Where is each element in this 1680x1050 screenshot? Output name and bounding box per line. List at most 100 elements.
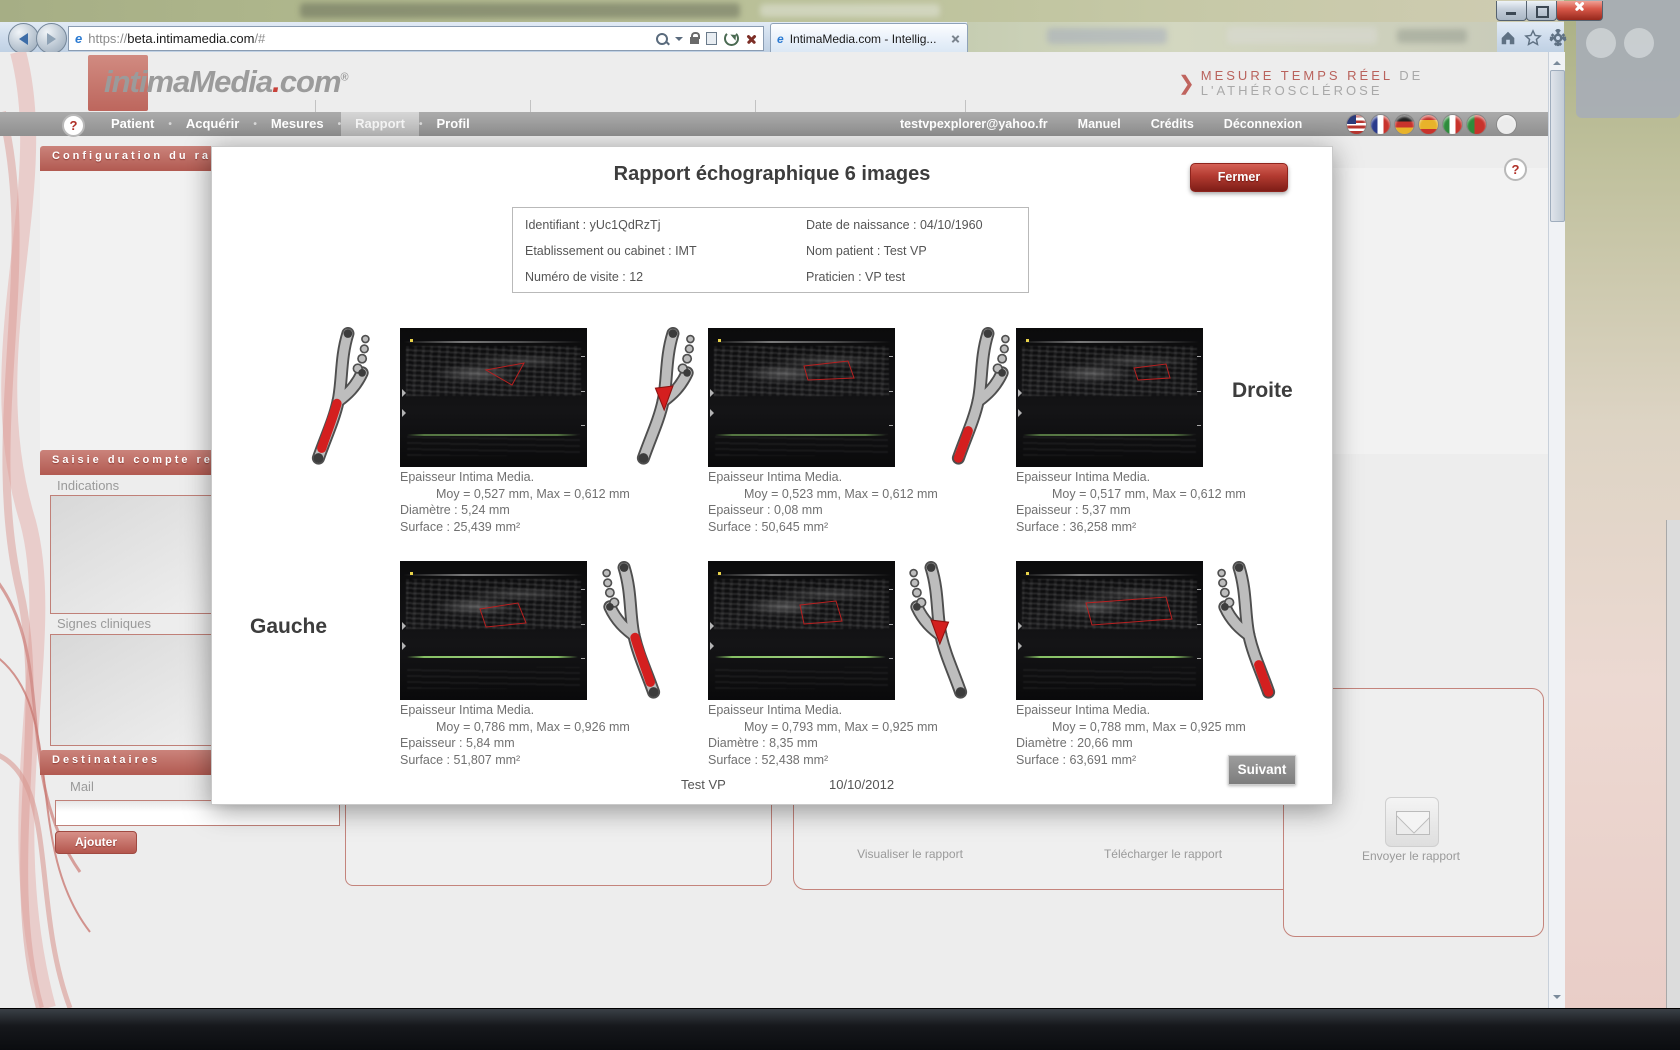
gear-icon [1549, 29, 1567, 47]
maximize-button[interactable] [1526, 1, 1557, 21]
flag-us-icon[interactable] [1346, 114, 1367, 135]
artery-diagram [599, 561, 671, 703]
nav-tick [755, 100, 756, 112]
stop-icon[interactable] [746, 33, 757, 44]
nav-tick [530, 100, 531, 112]
report-modal: Rapport échographique 6 images Fermer Id… [211, 146, 1333, 805]
scroll-down-icon[interactable] [1553, 995, 1561, 1003]
flag-pt-icon[interactable] [1466, 114, 1487, 135]
refresh-icon[interactable] [724, 31, 739, 46]
scroll-thumb[interactable] [1550, 70, 1565, 222]
ultrasound-image[interactable] [1016, 328, 1203, 467]
envelope-icon [1396, 811, 1430, 835]
measurement-block: Epaisseur Intima Media.Moy = 0,527 mm, M… [400, 469, 635, 535]
patient-nom: Nom patient : Test VP [806, 244, 927, 258]
forward-icon [47, 33, 56, 45]
artery-diagram [626, 327, 698, 469]
scrollbar[interactable] [1548, 52, 1565, 1008]
address-bar[interactable]: e https://beta.intimamedia.com/# [68, 26, 764, 51]
imt-trace [708, 561, 895, 700]
scroll-up-icon[interactable] [1553, 57, 1561, 65]
url-host: beta.intimamedia.com [127, 31, 254, 46]
minimize-button[interactable] [1496, 1, 1527, 21]
site-logo: intimaMedia.com® [104, 64, 348, 100]
blurred-window-title [300, 3, 740, 18]
footer-patient-name: Test VP [681, 777, 726, 792]
help-icon[interactable]: ? [62, 114, 85, 137]
telecharger-link[interactable]: Télécharger le rapport [1078, 847, 1248, 861]
envelope-button[interactable] [1385, 797, 1439, 847]
imt-trace [400, 328, 587, 467]
browser-titlebar [0, 0, 1564, 22]
ultrasound-image[interactable] [400, 328, 587, 467]
back-button[interactable] [8, 23, 39, 54]
background-window-edge [1666, 520, 1680, 1008]
chevron-icon: ❯ [1178, 71, 1195, 96]
lock-icon [690, 37, 699, 44]
nav-item-profil[interactable]: Profil [422, 112, 483, 136]
site-tagline: ❯ MESURE TEMPS RÉEL DE L'ATHÉROSCLÉROSE [1178, 68, 1548, 98]
link-deconnexion[interactable]: Déconnexion [1224, 117, 1303, 131]
window-controls [1497, 1, 1603, 20]
screen: e https://beta.intimamedia.com/# e Intim… [0, 0, 1680, 1050]
ultrasound-image[interactable] [708, 561, 895, 700]
patient-visite: Numéro de visite : 12 [525, 270, 643, 284]
home-icon [1499, 29, 1517, 47]
artery-diagram [301, 327, 373, 469]
ie-favicon: e [75, 31, 82, 46]
search-dropdown-icon[interactable] [675, 37, 683, 45]
home-button[interactable] [1498, 28, 1517, 47]
tabstrip-glass [967, 22, 1497, 52]
help-icon[interactable]: ? [1504, 158, 1527, 181]
star-icon [1524, 29, 1542, 47]
visualiser-link[interactable]: Visualiser le rapport [830, 847, 990, 861]
ultrasound-image[interactable] [400, 561, 587, 700]
url-path: /# [254, 31, 265, 46]
ajouter-button[interactable]: Ajouter [55, 831, 137, 854]
browser-command-icons [1498, 28, 1567, 47]
tab-favicon: e [777, 32, 784, 46]
imt-trace [1016, 328, 1203, 467]
imt-trace [400, 561, 587, 700]
user-area: testvpexplorer@yahoo.fr Manuel Crédits D… [900, 112, 1302, 136]
favorites-button[interactable] [1523, 28, 1542, 47]
envoyer-link[interactable]: Envoyer le rapport [1326, 849, 1496, 863]
flag-es-icon[interactable] [1418, 114, 1439, 135]
search-icon[interactable] [656, 33, 668, 45]
nav-items: Patient • Acquérir • Mesures • Rapport •… [97, 112, 484, 136]
flag-extra-icon[interactable] [1496, 114, 1517, 135]
flag-fr-icon[interactable] [1370, 114, 1391, 135]
flag-de-icon[interactable] [1394, 114, 1415, 135]
nav-item-acquerir[interactable]: Acquérir [172, 112, 253, 136]
close-button[interactable] [1556, 1, 1603, 21]
compatibility-view-icon[interactable] [706, 32, 717, 45]
measurement-block: Epaisseur Intima Media.Moy = 0,793 mm, M… [708, 702, 943, 768]
suivant-button[interactable]: Suivant [1228, 755, 1296, 785]
fermer-button[interactable]: Fermer [1190, 163, 1288, 192]
patient-identifiant: Identifiant : yUc1QdRzTj [525, 218, 660, 232]
blurred-glare [760, 4, 940, 17]
browser-tab[interactable]: e IntimaMedia.com - Intellig... [770, 23, 968, 53]
imt-trace [708, 328, 895, 467]
link-manuel[interactable]: Manuel [1078, 117, 1121, 131]
flag-it-icon[interactable] [1442, 114, 1463, 135]
patient-praticien: Praticien : VP test [806, 270, 905, 284]
nav-item-mesures[interactable]: Mesures [257, 112, 338, 136]
indications-label: Indications [57, 478, 119, 493]
tools-button[interactable] [1548, 28, 1567, 47]
artery-diagram [906, 561, 978, 703]
nav-item-patient[interactable]: Patient [97, 112, 168, 136]
measurement-block: Epaisseur Intima Media.Moy = 0,523 mm, M… [708, 469, 943, 535]
patient-etablissement: Etablissement ou cabinet : IMT [525, 244, 697, 258]
nav-item-rapport[interactable]: Rapport [341, 112, 419, 136]
desktop-background [1564, 0, 1680, 1008]
ultrasound-image[interactable] [1016, 561, 1203, 700]
gauche-label: Gauche [250, 615, 327, 639]
measurement-block: Epaisseur Intima Media.Moy = 0,786 mm, M… [400, 702, 635, 768]
forward-button[interactable] [36, 23, 67, 54]
ultrasound-image[interactable] [708, 328, 895, 467]
tab-close-icon[interactable] [951, 34, 960, 43]
user-email[interactable]: testvpexplorer@yahoo.fr [900, 117, 1048, 131]
artery-diagram [941, 327, 1013, 469]
link-credits[interactable]: Crédits [1151, 117, 1194, 131]
